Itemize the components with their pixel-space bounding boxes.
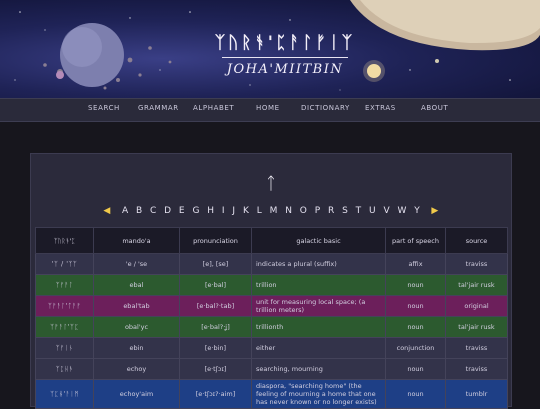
table-cell-source: traviss xyxy=(445,253,508,275)
table-row: ᛉᚠᚨᛚ'ᛉᛈ obal'yc [e·bal?·ʝ] trillionth noun ta… xyxy=(35,316,508,338)
table-cell-script: ᛉᚠᚨᛚ'ᛉᛈ xyxy=(35,316,94,338)
alphabet-letter[interactable]: N xyxy=(285,206,292,216)
nav-search[interactable]: SEARCH xyxy=(88,104,120,112)
col-header-pronunciation[interactable]: pronunciation xyxy=(179,227,252,254)
alphabet-letter[interactable]: H xyxy=(207,206,214,216)
alphabet-nav: ◀ A B C D E G H I J K L M N O P R S T U … xyxy=(31,206,511,216)
alphabet-letter[interactable]: J xyxy=(232,206,235,216)
table-cell-script: ᛉᚠᛁᚾ xyxy=(35,337,94,359)
alphabet-letter[interactable]: E xyxy=(179,206,185,216)
alphabet-letter[interactable]: K xyxy=(243,206,249,216)
table-cell-basic: unit for measuring local space; (a trill… xyxy=(251,295,386,317)
site-title-script: ᛉᚢᚱᚬ'ᛈᚨᛚᚠᛁᛉ xyxy=(214,33,356,53)
col-header-galactic-basic[interactable]: galactic basic xyxy=(251,227,386,254)
table-cell-mandoa: ebin xyxy=(93,337,180,359)
table-cell-mandoa: echoy xyxy=(93,358,180,380)
table-cell-pos: noun xyxy=(385,358,446,380)
alphabet-letter[interactable]: S xyxy=(342,206,348,216)
alphabet-letter[interactable]: P xyxy=(315,206,321,216)
table-cell-pron: [e·bal?·ʝ] xyxy=(179,316,252,338)
col-header-script[interactable]: ᛉᚢᚱᚬ'ᛈ xyxy=(35,227,94,254)
table-row: ᛉᛈᚺ'ᚨᛁᛗ echoy'aim [e·tʃɔɪ?·aim] diaspora, "… xyxy=(35,379,508,409)
alphabet-letter[interactable]: O xyxy=(300,206,307,216)
prev-letter-arrow-icon[interactable]: ◀ xyxy=(103,206,110,216)
current-letter: ᛏ xyxy=(265,174,277,194)
nav-grammar[interactable]: GRAMMAR xyxy=(138,104,179,112)
table-cell-basic: trillion xyxy=(251,274,386,296)
table-cell-pos: noun xyxy=(385,316,446,338)
col-header-mandoa[interactable]: mando'a xyxy=(93,227,180,254)
table-row: ᛉᚠᛁᚾ ebin [e·bin] either conjunction traviss xyxy=(35,337,508,359)
alphabet-letter[interactable]: L xyxy=(257,206,262,216)
table-cell-pron: [e·bin] xyxy=(179,337,252,359)
table-row: ᛉᚠᚨᛚ'ᛏᚨᚠ ebal'tab [e·bal?·tab] unit for mea… xyxy=(35,295,508,317)
table-cell-basic: either xyxy=(251,337,386,359)
alphabet-letter[interactable]: Y xyxy=(414,206,420,216)
main-nav: SEARCH GRAMMAR ALPHABET HOME DICTIONARY … xyxy=(0,98,540,122)
table-cell-basic: trillionth xyxy=(251,316,386,338)
dictionary-table: ᛉᚢᚱᚬ'ᛈ mando'a pronunciation galactic ba… xyxy=(35,227,508,409)
col-header-part-of-speech[interactable]: part of speech xyxy=(385,227,446,254)
table-cell-source: traviss xyxy=(445,358,508,380)
nav-home[interactable]: HOME xyxy=(256,104,280,112)
table-cell-script: ᛉᚠᚨᛚ'ᛏᚨᚠ xyxy=(35,295,94,317)
nav-alphabet[interactable]: ALPHABET xyxy=(193,104,234,112)
dictionary-panel: ᛏ ◀ A B C D E G H I J K L M N O P R S T … xyxy=(30,153,512,409)
table-cell-script: ᛉᚠᚨᛚ xyxy=(35,274,94,296)
nav-dictionary[interactable]: DICTIONARY xyxy=(301,104,350,112)
table-cell-pron: [e·tʃɔɪ] xyxy=(179,358,252,380)
alphabet-letter[interactable]: B xyxy=(136,206,142,216)
alphabet-letter[interactable]: M xyxy=(270,206,278,216)
table-cell-pos: noun xyxy=(385,295,446,317)
nav-about[interactable]: ABOUT xyxy=(421,104,448,112)
col-header-source[interactable]: source xyxy=(445,227,508,254)
alphabet-letter[interactable]: T xyxy=(356,206,362,216)
table-row: ᛉᚠᚨᛚ ebal [e·bal] trillion noun tal'jair rusk xyxy=(35,274,508,296)
table-cell-pron: [e·bal?·tab] xyxy=(179,295,252,317)
table-cell-pos: noun xyxy=(385,379,446,409)
table-cell-pos: affix xyxy=(385,253,446,275)
alphabet-letter[interactable]: V xyxy=(383,206,389,216)
site-title: JOHA'MIITBIN xyxy=(226,62,344,77)
table-cell-source: original xyxy=(445,295,508,317)
table-cell-mandoa: echoy'aim xyxy=(93,379,180,409)
table-cell-script: ᛉᛈᚺᚬ xyxy=(35,358,94,380)
table-cell-pron: [e], [se] xyxy=(179,253,252,275)
table-row: 'ᛉ / 'ᛉᛉ'e / 'se [e], [se] indicates a plu… xyxy=(35,253,508,275)
table-cell-pron: [e·tʃɔɪ?·aim] xyxy=(179,379,252,409)
alphabet-letter[interactable]: A xyxy=(122,206,128,216)
alphabet-letter[interactable]: G xyxy=(192,206,199,216)
alphabet-letter[interactable]: U xyxy=(369,206,376,216)
table-cell-source: tal'jair rusk xyxy=(445,274,508,296)
table-cell-mandoa: obal'yc xyxy=(93,316,180,338)
table-cell-pos: noun xyxy=(385,274,446,296)
nav-extras[interactable]: EXTRAS xyxy=(365,104,396,112)
table-cell-mandoa: ebal'tab xyxy=(93,295,180,317)
table-cell-mandoa: 'e / 'se xyxy=(93,253,180,275)
table-cell-script: 'ᛉ / 'ᛉᛉ xyxy=(35,253,94,275)
table-cell-mandoa: ebal xyxy=(93,274,180,296)
table-cell-source: tal'jair rusk xyxy=(445,316,508,338)
table-cell-basic: indicates a plural (suffix) xyxy=(251,253,386,275)
next-letter-arrow-icon[interactable]: ▶ xyxy=(431,206,438,216)
table-header-row: ᛉᚢᚱᚬ'ᛈ mando'a pronunciation galactic ba… xyxy=(35,227,508,254)
alphabet-letter[interactable]: C xyxy=(150,206,157,216)
table-cell-pos: conjunction xyxy=(385,337,446,359)
table-cell-script: ᛉᛈᚺ'ᚨᛁᛗ xyxy=(35,379,94,409)
table-cell-pron: [e·bal] xyxy=(179,274,252,296)
table-cell-basic: diaspora, "searching home" (the feeling … xyxy=(251,379,386,409)
title-divider xyxy=(222,57,348,58)
table-cell-source: tumblr xyxy=(445,379,508,409)
alphabet-letter[interactable]: W xyxy=(397,206,406,216)
table-cell-basic: searching, mourning xyxy=(251,358,386,380)
alphabet-letter[interactable]: I xyxy=(222,206,225,216)
table-cell-source: traviss xyxy=(445,337,508,359)
alphabet-letter[interactable]: R xyxy=(328,206,335,216)
header-banner: ᛉᚢᚱᚬ'ᛈᚨᛚᚠᛁᛉ JOHA'MIITBIN xyxy=(0,0,540,98)
alphabet-letter[interactable]: D xyxy=(164,206,171,216)
table-row: ᛉᛈᚺᚬ echoy [e·tʃɔɪ] searching, mourning noun… xyxy=(35,358,508,380)
